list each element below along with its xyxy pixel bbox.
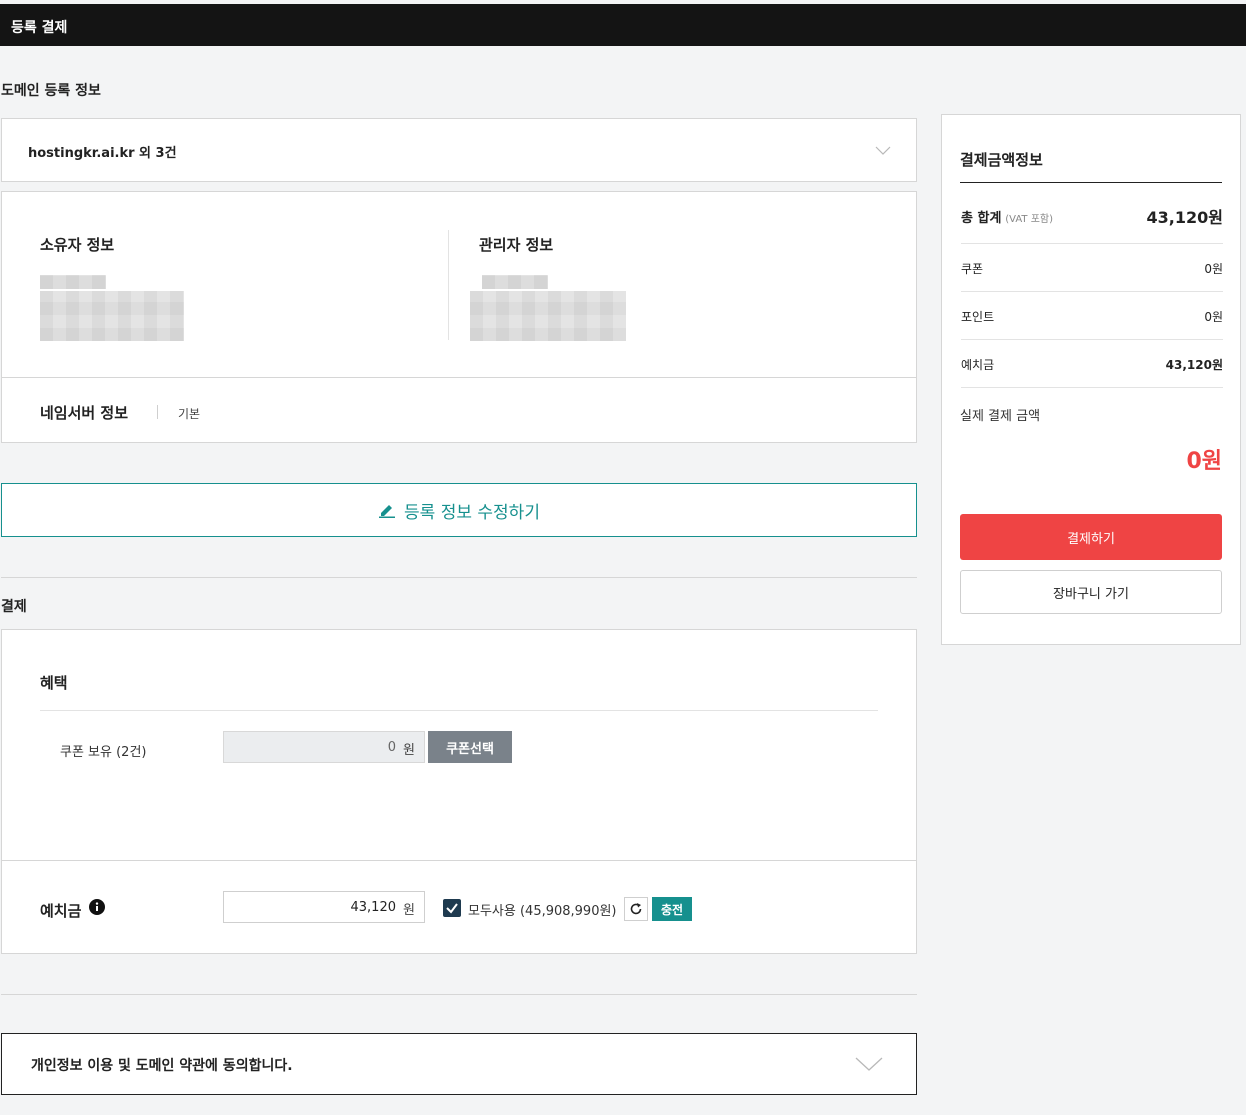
contact-info-panel: 소유자 정보 관리자 정보 네임서버 정보 기본: [1, 191, 917, 443]
summary-deposit-row: 예치금 43,120원: [961, 356, 1223, 373]
benefit-title: 혜택: [40, 674, 68, 692]
go-to-cart-label: 장바구니 가기: [1053, 586, 1129, 602]
actual-amount-label: 실제 결제 금액: [960, 409, 1041, 424]
admin-info-redacted: [482, 275, 548, 289]
owner-info-title: 소유자 정보: [40, 236, 115, 254]
charge-label: 충전: [660, 902, 684, 917]
owner-info-redacted: [40, 291, 184, 341]
total-value: 43,120원: [1146, 208, 1223, 227]
domain-info-title: 도메인 등록 정보: [1, 83, 101, 99]
chevron-down-icon: [855, 1057, 883, 1071]
summary-total-row: 총 합계 (VAT 포함) 43,120원: [961, 204, 1223, 228]
payment-title: 결제: [1, 599, 27, 615]
coupon-amount-value: 0: [387, 740, 396, 755]
use-all-label: 모두사용 (45,908,990원): [468, 904, 617, 919]
divider: [961, 387, 1223, 388]
admin-info-title: 관리자 정보: [479, 236, 554, 254]
coupon-summary-value: 0원: [1204, 262, 1223, 276]
separator: [157, 405, 158, 419]
coupon-amount-unit: 원: [403, 743, 415, 758]
divider: [960, 182, 1222, 183]
check-icon: [446, 903, 458, 914]
page-title: 등록 결제: [11, 20, 68, 36]
info-icon[interactable]: [89, 899, 105, 915]
refresh-button[interactable]: [624, 897, 648, 921]
coupon-amount-field: 0 원: [223, 731, 425, 763]
refresh-icon: [630, 903, 642, 915]
summary-title: 결제금액정보: [960, 151, 1043, 169]
domain-summary-dropdown[interactable]: hostingkr.ai.kr 외 3건: [1, 118, 917, 182]
point-summary-value: 0원: [1204, 310, 1223, 324]
edit-registration-label: 등록 정보 수정하기: [404, 502, 540, 523]
divider: [1, 994, 917, 995]
divider: [40, 710, 878, 711]
coupon-select-label: 쿠폰선택: [446, 741, 494, 757]
pay-button-label: 결제하기: [1067, 531, 1115, 547]
divider: [961, 291, 1223, 292]
owner-info-redacted: [40, 275, 106, 289]
domain-summary-text: hostingkr.ai.kr 외 3건: [28, 146, 177, 161]
pay-button[interactable]: 결제하기: [960, 514, 1222, 560]
summary-point-row: 포인트 0원: [961, 308, 1223, 325]
coupon-label: 쿠폰 보유 (2건): [60, 745, 147, 760]
payment-summary-panel: 결제금액정보 총 합계 (VAT 포함) 43,120원 쿠폰 0원 포인트 0…: [941, 114, 1241, 645]
deposit-input-value: 43,120: [350, 900, 397, 915]
agreement-label: 개인정보 이용 및 도메인 약관에 동의합니다.: [31, 1058, 293, 1074]
page-header: 등록 결제: [0, 4, 1246, 46]
divider: [961, 339, 1223, 340]
nameserver-title: 네임서버 정보: [40, 404, 129, 422]
go-to-cart-button[interactable]: 장바구니 가기: [960, 570, 1222, 614]
nameserver-value: 기본: [178, 407, 201, 421]
actual-amount-value: 0원: [1186, 449, 1222, 474]
pencil-icon: [379, 505, 396, 518]
deposit-input[interactable]: 43,120 원: [223, 891, 425, 923]
chevron-down-icon: [875, 146, 891, 155]
edit-registration-button[interactable]: 등록 정보 수정하기: [1, 483, 917, 537]
deposit-input-unit: 원: [403, 903, 415, 918]
total-note: (VAT 포함): [1005, 213, 1053, 225]
deposit-summary-value: 43,120원: [1165, 358, 1223, 372]
point-summary-label: 포인트: [961, 310, 995, 324]
use-all-checkbox[interactable]: [443, 899, 461, 917]
divider: [2, 860, 916, 861]
coupon-summary-label: 쿠폰: [961, 262, 984, 276]
column-divider: [448, 230, 449, 340]
admin-info-redacted: [470, 291, 626, 341]
agreement-dropdown[interactable]: 개인정보 이용 및 도메인 약관에 동의합니다.: [1, 1033, 917, 1095]
deposit-label: 예치금: [40, 902, 82, 920]
divider: [1, 577, 917, 578]
payment-panel: 혜택 쿠폰 보유 (2건) 0 원 쿠폰선택 예치금 43,120 원 모두사용…: [1, 629, 917, 954]
divider: [2, 377, 916, 378]
charge-button[interactable]: 충전: [652, 897, 692, 921]
deposit-summary-label: 예치금: [961, 358, 995, 372]
total-label: 총 합계: [961, 210, 1002, 226]
coupon-select-button[interactable]: 쿠폰선택: [428, 731, 512, 763]
divider: [961, 243, 1223, 244]
summary-coupon-row: 쿠폰 0원: [961, 260, 1223, 277]
